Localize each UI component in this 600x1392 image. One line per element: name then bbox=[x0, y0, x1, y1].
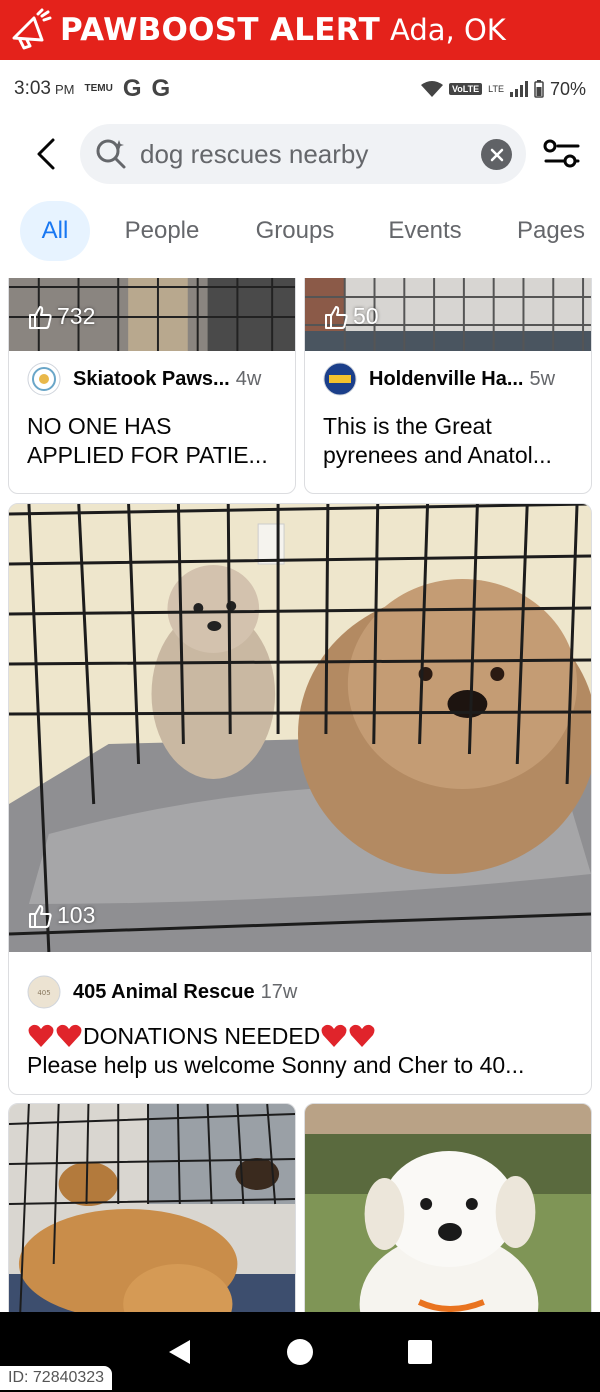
search-bar[interactable] bbox=[80, 124, 526, 184]
battery-percent: 70% bbox=[549, 78, 586, 99]
heart-icon bbox=[28, 1024, 54, 1047]
status-time: 3:03 bbox=[14, 78, 51, 99]
post-meta: Skiatook Paws... 4w bbox=[27, 362, 283, 396]
back-triangle-icon bbox=[169, 1340, 190, 1364]
tab-groups[interactable]: Groups bbox=[240, 201, 350, 261]
page-name: Skiatook Paws... bbox=[73, 367, 230, 390]
status-bar: 3:03 PM TEMU G G VoLTE LTE 70% bbox=[0, 60, 600, 118]
listing-id-label: ID: 72840323 bbox=[0, 1366, 113, 1390]
nav-recents-button[interactable] bbox=[395, 1327, 445, 1377]
page-avatar bbox=[323, 362, 357, 396]
wifi-icon bbox=[420, 81, 443, 97]
signal-icon bbox=[509, 81, 528, 97]
tab-all[interactable]: All bbox=[20, 201, 90, 261]
alert-location: Ada, OK bbox=[390, 13, 506, 47]
filter-sliders-icon[interactable] bbox=[542, 134, 582, 174]
back-arrow-icon bbox=[37, 138, 55, 170]
search-results-feed: 732 Skiatook Paws... 4w NO ONE HAS APPLI… bbox=[0, 278, 600, 1312]
heart-icon bbox=[321, 1024, 347, 1047]
search-icon bbox=[96, 139, 126, 169]
post-text-line: This is the Great bbox=[323, 413, 492, 439]
home-circle-icon bbox=[287, 1339, 313, 1365]
page-avatar bbox=[27, 362, 61, 396]
post-card-white-puppy[interactable] bbox=[304, 1103, 592, 1312]
post-text-line: pyrenees and Anatol... bbox=[323, 442, 552, 468]
volte-icon: VoLTE bbox=[448, 83, 483, 95]
google-notification-icon: G bbox=[122, 75, 142, 102]
post-meta: Holdenville Ha... 5w bbox=[323, 362, 579, 396]
status-ampm: PM bbox=[54, 81, 75, 97]
like-count-value: 50 bbox=[353, 303, 379, 329]
page-name: Holdenville Ha... bbox=[369, 367, 524, 390]
temu-notification-icon: TEMU bbox=[84, 83, 113, 94]
search-filter-tabs: All People Groups Events Pages bbox=[0, 200, 600, 262]
megaphone-icon bbox=[12, 8, 52, 50]
heart-icon bbox=[349, 1024, 375, 1047]
nav-back-button[interactable] bbox=[155, 1327, 205, 1377]
page-avatar: 405 bbox=[27, 975, 61, 1009]
lte-label: LTE bbox=[488, 84, 504, 94]
page-name: 405 Animal Rescue bbox=[73, 980, 255, 1003]
post-age: 5w bbox=[529, 367, 556, 390]
post-age: 4w bbox=[235, 367, 262, 390]
like-count: 732 bbox=[27, 303, 95, 330]
post-text: This is the Great pyrenees and Anatol... bbox=[323, 412, 577, 470]
like-count-value: 732 bbox=[57, 303, 96, 329]
alert-title: PAWBOOST ALERT bbox=[60, 12, 381, 48]
like-count-value: 103 bbox=[57, 902, 96, 928]
post-age: 17w bbox=[260, 980, 298, 1003]
post-card-skiatook[interactable]: 732 Skiatook Paws... 4w NO ONE HAS APPLI… bbox=[8, 278, 296, 494]
post-card-405-animal-rescue[interactable]: 103 405 405 Animal Rescue 17w DONATIONS … bbox=[8, 503, 592, 1095]
like-count: 103 bbox=[27, 902, 95, 929]
post-card-holdenville[interactable]: 50 Holdenville Ha... 5w This is the Grea… bbox=[304, 278, 592, 494]
close-icon bbox=[490, 148, 503, 161]
post-text-line: DONATIONS NEEDED bbox=[27, 1022, 577, 1051]
thumbs-up-icon bbox=[29, 305, 52, 329]
search-input[interactable] bbox=[140, 138, 460, 170]
like-count: 50 bbox=[323, 303, 379, 330]
recents-square-icon bbox=[408, 1340, 432, 1364]
tab-people[interactable]: People bbox=[108, 201, 216, 261]
tab-pages[interactable]: Pages bbox=[500, 201, 600, 261]
post-photo bbox=[9, 1104, 295, 1312]
post-photo-two-dogs-in-crate bbox=[9, 504, 591, 952]
post-meta: 405 405 Animal Rescue 17w bbox=[27, 975, 297, 1009]
post-text-line: NO ONE HAS bbox=[27, 413, 172, 439]
pawboost-alert-banner: PAWBOOST ALERT Ada, OK bbox=[0, 0, 600, 60]
nav-home-button[interactable] bbox=[275, 1327, 325, 1377]
post-text: NO ONE HAS APPLIED FOR PATIE... bbox=[27, 412, 281, 470]
post-headline: DONATIONS NEEDED bbox=[83, 1023, 321, 1049]
thumbs-up-icon bbox=[29, 904, 52, 928]
post-card-dog-in-kennel[interactable] bbox=[8, 1103, 296, 1312]
thumbs-up-icon bbox=[325, 305, 348, 329]
post-text: DONATIONS NEEDED Please help us welcome … bbox=[27, 1022, 577, 1080]
heart-icon bbox=[56, 1024, 82, 1047]
svg-text:405: 405 bbox=[37, 989, 50, 997]
google-notification-icon: G bbox=[151, 75, 171, 102]
search-header bbox=[0, 122, 600, 186]
battery-icon bbox=[534, 80, 544, 98]
post-text-line: APPLIED FOR PATIE... bbox=[27, 442, 268, 468]
tab-events[interactable]: Events bbox=[374, 201, 476, 261]
clear-search-button[interactable] bbox=[481, 139, 512, 170]
post-text-line: Please help us welcome Sonny and Cher to… bbox=[27, 1052, 525, 1078]
post-photo bbox=[305, 1104, 591, 1312]
back-button[interactable] bbox=[16, 124, 76, 184]
